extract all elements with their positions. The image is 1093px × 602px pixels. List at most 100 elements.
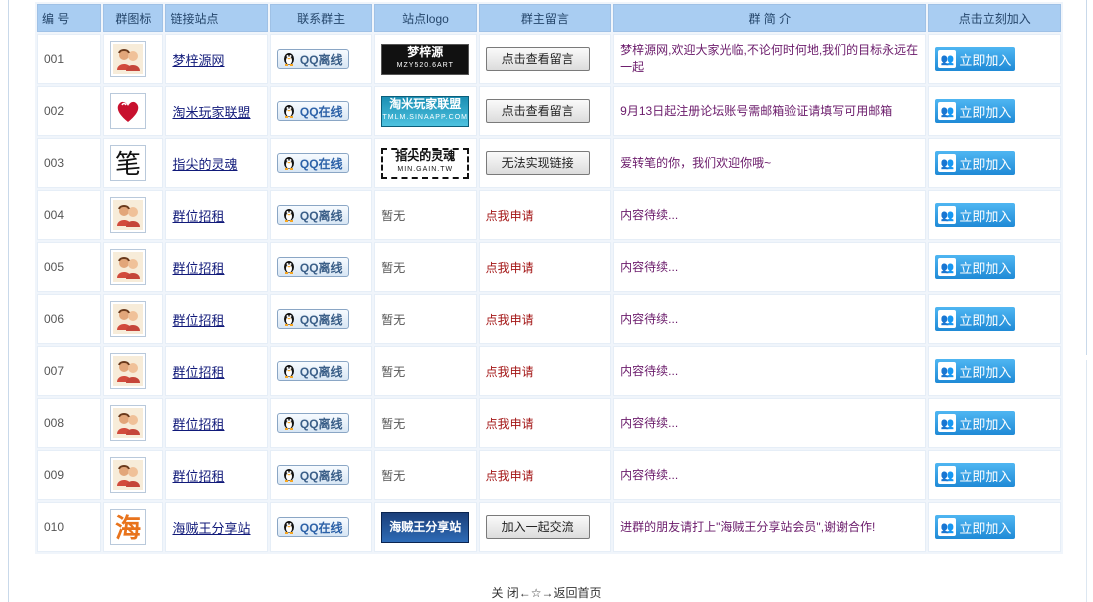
join-group-icon: 👥 [938, 102, 957, 120]
qq-status-button[interactable]: QQ离线 [276, 309, 349, 329]
avatar-pair-icon [110, 405, 147, 441]
row-site-cell: 群位招租 [165, 242, 268, 292]
row-logo-cell: 梦梓源 MZY520.6ART [374, 34, 477, 84]
join-button[interactable]: 👥 立即加入 [935, 411, 1016, 435]
qq-status-button[interactable]: QQ离线 [276, 257, 349, 277]
row-id: 003 [44, 156, 65, 170]
message-button[interactable]: 点击查看留言 [485, 99, 590, 123]
row-join-cell: 👥 立即加入 [928, 502, 1061, 552]
site-logo-image[interactable]: 海贼王分享站 [381, 511, 470, 543]
row-logo-cell: 暂无 [374, 242, 477, 292]
row-site-cell: 群位招租 [165, 346, 268, 396]
site-logo-text: 淘米玩家联盟 [389, 97, 462, 111]
row-id-cell: 002 [37, 86, 102, 136]
row-icon-cell [103, 86, 164, 136]
row-message-cell: 点我申请 [478, 450, 612, 500]
qq-penguin-icon [281, 414, 297, 433]
qq-status-button[interactable]: QQ离线 [276, 413, 349, 433]
join-button[interactable]: 👥 立即加入 [935, 99, 1016, 123]
join-button-label: 立即加入 [959, 416, 1012, 432]
row-intro-cell: 爱转笔的你，我们欢迎你哦~ [613, 138, 927, 188]
qq-penguin-icon [281, 102, 297, 121]
logo-none-text: 暂无 [381, 260, 406, 275]
table-row: 006 群位招租 QQ离线 暂无 点我申请 内容待续... 👥 立即加入 [37, 294, 1061, 344]
site-logo-text: 指尖的灵魂 [395, 149, 456, 163]
qq-status-button[interactable]: QQ在线 [276, 153, 349, 173]
join-button[interactable]: 👥 立即加入 [935, 359, 1016, 383]
join-button[interactable]: 👥 立即加入 [935, 151, 1016, 175]
group-intro: 9月13日起注册论坛账号需邮箱验证请填写可用邮箱 [620, 103, 893, 118]
site-logo-text: 海贼王分享站 [389, 519, 462, 534]
row-contact-cell: QQ离线 [269, 294, 373, 344]
row-icon-cell [103, 450, 164, 500]
site-link[interactable]: 群位招租 [172, 313, 224, 328]
message-button[interactable]: 加入一起交流 [485, 515, 590, 539]
join-group-icon: 👥 [938, 50, 957, 68]
apply-link[interactable]: 点我申请 [486, 209, 534, 223]
qq-status-label: QQ离线 [299, 312, 343, 327]
site-logo-image[interactable]: 指尖的灵魂 MIN.GAIN.TW [381, 147, 470, 179]
row-icon-cell: 笔 [103, 138, 164, 188]
qq-status-button[interactable]: QQ离线 [276, 465, 349, 485]
site-link[interactable]: 群位招租 [172, 261, 224, 276]
row-intro-cell: 9月13日起注册论坛账号需邮箱验证请填写可用邮箱 [613, 86, 927, 136]
logo-none-text: 暂无 [381, 312, 406, 327]
site-link[interactable]: 指尖的灵魂 [172, 157, 237, 172]
row-intro-cell: 内容待续... [613, 190, 927, 240]
site-logo-image[interactable]: 淘米玩家联盟 TMLM.SINAAPP.COM [381, 95, 470, 127]
group-intro: 内容待续... [620, 415, 679, 430]
row-site-cell: 海贼王分享站 [165, 502, 268, 552]
site-link[interactable]: 群位招租 [172, 209, 224, 224]
row-contact-cell: QQ在线 [269, 138, 373, 188]
site-logo-image[interactable]: 梦梓源 MZY520.6ART [381, 43, 470, 75]
row-id-cell: 006 [37, 294, 102, 344]
message-button[interactable]: 无法实现链接 [485, 151, 590, 175]
qq-status-button[interactable]: QQ离线 [276, 361, 349, 381]
site-link[interactable]: 群位招租 [172, 469, 224, 484]
join-button-label: 立即加入 [959, 208, 1012, 224]
site-link[interactable]: 群位招租 [172, 417, 224, 432]
site-link[interactable]: 群位招租 [172, 365, 224, 380]
brush-calligraphy-icon: 笔 [110, 145, 147, 181]
group-table: 编 号 群图标 链接站点 联系群主 站点logo 群主留言 群 简 介 点击立刻… [35, 2, 1063, 554]
row-id: 007 [44, 364, 65, 378]
qq-status-label: QQ离线 [299, 468, 343, 483]
apply-link[interactable]: 点我申请 [486, 261, 534, 275]
row-id-cell: 005 [37, 242, 102, 292]
join-button[interactable]: 👥 立即加入 [935, 515, 1016, 539]
join-button[interactable]: 👥 立即加入 [935, 47, 1016, 71]
apply-link[interactable]: 点我申请 [486, 313, 534, 327]
table-row: 005 群位招租 QQ离线 暂无 点我申请 内容待续... 👥 立即加入 [37, 242, 1061, 292]
qq-penguin-icon [281, 258, 297, 277]
row-icon-cell [103, 190, 164, 240]
qq-status-button[interactable]: QQ离线 [276, 205, 349, 225]
hai-character-icon: 海 [110, 509, 147, 545]
row-message-cell: 点我申请 [478, 346, 612, 396]
join-button-label: 立即加入 [959, 104, 1012, 120]
row-logo-cell: 淘米玩家联盟 TMLM.SINAAPP.COM [374, 86, 477, 136]
group-intro: 内容待续... [620, 259, 679, 274]
join-group-icon: 👥 [938, 310, 957, 328]
site-link[interactable]: 淘米玩家联盟 [172, 105, 250, 120]
row-id-cell: 008 [37, 398, 102, 448]
apply-link[interactable]: 点我申请 [486, 469, 534, 483]
apply-link[interactable]: 点我申请 [486, 417, 534, 431]
qq-status-button[interactable]: QQ离线 [276, 49, 349, 69]
join-button[interactable]: 👥 立即加入 [935, 307, 1016, 331]
qq-status-button[interactable]: QQ在线 [276, 517, 349, 537]
join-button[interactable]: 👥 立即加入 [935, 255, 1016, 279]
apply-link[interactable]: 点我申请 [486, 365, 534, 379]
qq-status-button[interactable]: QQ在线 [276, 101, 349, 121]
frame-right-border-lower [1086, 360, 1087, 602]
footer-nav[interactable]: 关 闭←☆→返回首页 [0, 584, 1093, 601]
join-group-icon: 👥 [938, 414, 957, 432]
site-link[interactable]: 梦梓源网 [172, 53, 224, 68]
site-link[interactable]: 海贼王分享站 [172, 521, 250, 536]
join-button[interactable]: 👥 立即加入 [935, 463, 1016, 487]
site-logo-subtext: MIN.GAIN.TW [397, 166, 454, 173]
message-button[interactable]: 点击查看留言 [485, 47, 590, 71]
site-logo-subtext: TMLM.SINAAPP.COM [382, 114, 469, 121]
join-button[interactable]: 👥 立即加入 [935, 203, 1016, 227]
table-row: 008 群位招租 QQ离线 暂无 点我申请 内容待续... 👥 立即加入 [37, 398, 1061, 448]
row-id: 002 [44, 104, 65, 118]
